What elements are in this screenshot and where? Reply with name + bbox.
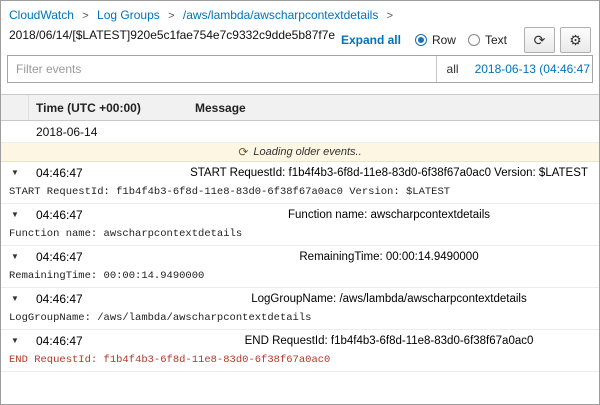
breadcrumb-separator: > [168, 10, 174, 22]
breadcrumb-log-group-link[interactable]: /aws/lambda/awscharpcontextdetails [183, 8, 378, 22]
top-bar: CloudWatch > Log Groups > /aws/lambda/aw… [1, 1, 599, 46]
log-event-group: ▼ 04:46:47 RemainingTime: 00:00:14.94900… [1, 246, 599, 288]
log-event-row[interactable]: ▼ 04:46:47 RemainingTime: 00:00:14.94900… [1, 246, 599, 267]
log-event-detail: END RequestId: f1b4f4b3-6f8d-11e8-83d0-6… [1, 351, 599, 372]
settings-button[interactable]: ⚙ [560, 27, 591, 53]
breadcrumb-log-groups-link[interactable]: Log Groups [97, 8, 160, 22]
loading-older-events-row: ⟳ Loading older events.. [1, 143, 599, 162]
refresh-button[interactable]: ⟳ [524, 27, 555, 53]
event-message: Function name: awscharpcontextdetails [187, 209, 599, 221]
log-event-row[interactable]: ▼ 04:46:47 END RequestId: f1b4f4b3-6f8d-… [1, 330, 599, 351]
message-column-header: Message [187, 101, 599, 115]
collapse-caret-icon: ▼ [1, 252, 29, 261]
radio-unselected-icon [468, 34, 480, 46]
log-event-row[interactable]: ▼ 04:46:47 Function name: awscharpcontex… [1, 204, 599, 225]
event-time: 04:46:47 [29, 334, 187, 348]
collapse-caret-icon: ▼ [1, 294, 29, 303]
breadcrumb: CloudWatch > Log Groups > /aws/lambda/aw… [9, 8, 591, 22]
filter-events-input[interactable] [8, 56, 436, 82]
log-event-row[interactable]: ▼ 04:46:47 LogGroupName: /aws/lambda/aws… [1, 288, 599, 309]
radio-selected-icon [415, 34, 427, 46]
event-time: 04:46:47 [29, 292, 187, 306]
breadcrumb-separator: > [82, 10, 88, 22]
log-event-detail: RemainingTime: 00:00:14.9490000 [1, 267, 599, 288]
time-column-header: Time (UTC +00:00) [29, 101, 187, 115]
log-event-detail: START RequestId: f1b4f4b3-6f8d-11e8-83d0… [1, 183, 599, 204]
text-view-radio-label: Text [485, 33, 507, 47]
view-controls: Expand all Row Text ⟳ ⚙ [341, 27, 591, 53]
caret-column-header [1, 95, 29, 120]
filter-bar: all 2018-06-13 (04:46:47 [7, 55, 593, 83]
breadcrumb-cloudwatch-link[interactable]: CloudWatch [9, 8, 74, 22]
event-message: END RequestId: f1b4f4b3-6f8d-11e8-83d0-6… [187, 335, 599, 347]
log-event-row[interactable]: ▼ 04:46:47 START RequestId: f1b4f4b3-6f8… [1, 162, 599, 183]
loading-spinner-icon: ⟳ [238, 145, 248, 159]
log-event-group: ▼ 04:46:47 START RequestId: f1b4f4b3-6f8… [1, 162, 599, 204]
text-view-radio[interactable]: Text [468, 33, 507, 47]
collapse-caret-icon: ▼ [1, 336, 29, 345]
streams-scope-link[interactable]: all [437, 56, 469, 82]
log-events-table: Time (UTC +00:00) Message 2018-06-14 ⟳ L… [1, 94, 599, 372]
loading-text: Loading older events.. [253, 146, 361, 158]
log-event-group: ▼ 04:46:47 LogGroupName: /aws/lambda/aws… [1, 288, 599, 330]
cloudwatch-log-events-page: CloudWatch > Log Groups > /aws/lambda/aw… [0, 0, 600, 405]
log-event-group: ▼ 04:46:47 END RequestId: f1b4f4b3-6f8d-… [1, 330, 599, 372]
expand-all-link[interactable]: Expand all [341, 33, 401, 47]
collapse-caret-icon: ▼ [1, 210, 29, 219]
event-message: RemainingTime: 00:00:14.9490000 [187, 251, 599, 263]
collapse-caret-icon: ▼ [1, 168, 29, 177]
log-event-detail: Function name: awscharpcontextdetails [1, 225, 599, 246]
date-range-link[interactable]: 2018-06-13 (04:46:47 [469, 56, 592, 82]
row-view-radio-label: Row [432, 33, 456, 47]
event-message: START RequestId: f1b4f4b3-6f8d-11e8-83d0… [187, 167, 599, 179]
table-header: Time (UTC +00:00) Message [1, 95, 599, 121]
event-message: LogGroupName: /aws/lambda/awscharpcontex… [187, 293, 599, 305]
date-divider-row: 2018-06-14 [1, 121, 599, 143]
refresh-icon: ⟳ [534, 32, 546, 49]
breadcrumb-separator: > [387, 10, 393, 22]
log-event-detail: LogGroupName: /aws/lambda/awscharpcontex… [1, 309, 599, 330]
event-time: 04:46:47 [29, 250, 187, 264]
gear-icon: ⚙ [569, 32, 582, 49]
event-time: 04:46:47 [29, 166, 187, 180]
event-time: 04:46:47 [29, 208, 187, 222]
row-view-radio[interactable]: Row [415, 33, 456, 47]
log-event-group: ▼ 04:46:47 Function name: awscharpcontex… [1, 204, 599, 246]
